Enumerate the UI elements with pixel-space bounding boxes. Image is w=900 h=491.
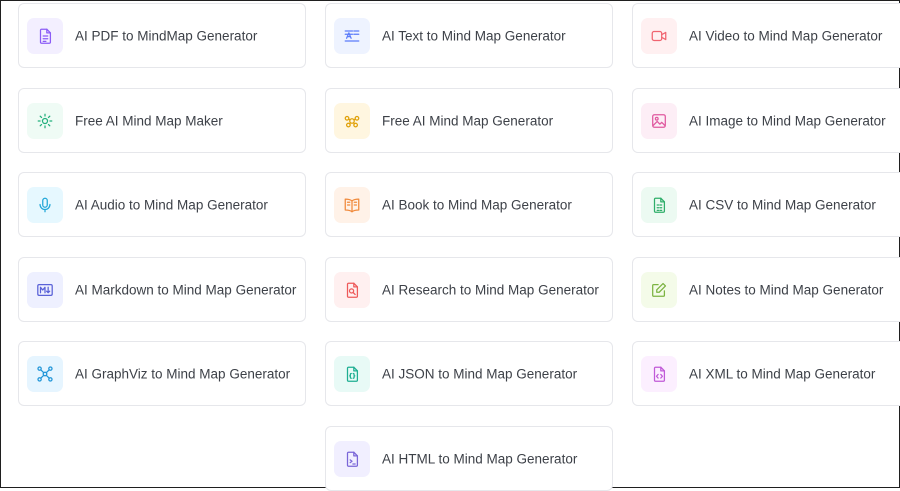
tool-card-notes[interactable]: AI Notes to Mind Map Generator bbox=[632, 257, 900, 322]
tools-grid: AI PDF to MindMap Generator AI Text to M… bbox=[18, 0, 900, 491]
open-book-icon bbox=[344, 198, 360, 212]
tool-card-pdf[interactable]: AI PDF to MindMap Generator bbox=[18, 3, 306, 68]
tool-card-label: AI Markdown to Mind Map Generator bbox=[75, 282, 297, 297]
tool-card-label: AI Video to Mind Map Generator bbox=[689, 28, 883, 43]
pdf-file-icon bbox=[39, 28, 52, 44]
video-camera-icon bbox=[651, 30, 667, 41]
tool-card-markdown[interactable]: AI Markdown to Mind Map Generator bbox=[18, 257, 306, 322]
tool-card-label: AI Text to Mind Map Generator bbox=[382, 28, 566, 43]
icon-tile bbox=[641, 102, 677, 139]
tool-card-label: AI Audio to Mind Map Generator bbox=[75, 197, 268, 212]
tool-card-video[interactable]: AI Video to Mind Map Generator bbox=[632, 3, 900, 68]
note-edit-icon bbox=[652, 282, 667, 297]
tool-card-label: Free AI Mind Map Generator bbox=[382, 113, 554, 128]
tool-card-json[interactable]: AI JSON to Mind Map Generator bbox=[325, 341, 613, 406]
icon-tile bbox=[334, 355, 370, 392]
tool-card-label: AI Book to Mind Map Generator bbox=[382, 197, 572, 212]
tool-card-audio[interactable]: AI Audio to Mind Map Generator bbox=[18, 172, 306, 237]
xml-file-icon bbox=[653, 366, 666, 382]
icon-tile bbox=[27, 102, 63, 139]
icon-tile bbox=[334, 271, 370, 308]
tool-card-free-generator[interactable]: Free AI Mind Map Generator bbox=[325, 88, 613, 153]
tool-card-label: AI CSV to Mind Map Generator bbox=[689, 197, 876, 212]
html-file-icon bbox=[346, 451, 359, 467]
tool-card-label: AI Research to Mind Map Generator bbox=[382, 282, 599, 297]
csv-file-icon bbox=[653, 197, 666, 213]
tool-card-label: Free AI Mind Map Maker bbox=[75, 113, 223, 128]
icon-tile bbox=[27, 271, 63, 308]
icon-tile bbox=[641, 186, 677, 223]
sparkle-icon bbox=[37, 113, 53, 128]
icon-tile bbox=[641, 355, 677, 392]
icon-tile bbox=[27, 355, 63, 392]
tool-card-label: AI Notes to Mind Map Generator bbox=[689, 282, 884, 297]
tool-card-image[interactable]: AI Image to Mind Map Generator bbox=[632, 88, 900, 153]
microphone-icon bbox=[39, 197, 51, 212]
tool-card-free-maker[interactable]: Free AI Mind Map Maker bbox=[18, 88, 306, 153]
icon-tile bbox=[334, 440, 370, 477]
icon-tile bbox=[641, 17, 677, 54]
tool-card-html[interactable]: AI HTML to Mind Map Generator bbox=[325, 426, 613, 491]
tool-card-text[interactable]: AI Text to Mind Map Generator bbox=[325, 3, 613, 68]
icon-tile bbox=[27, 186, 63, 223]
markdown-icon bbox=[37, 283, 53, 296]
tool-card-book[interactable]: AI Book to Mind Map Generator bbox=[325, 172, 613, 237]
tool-card-label: AI XML to Mind Map Generator bbox=[689, 366, 876, 381]
tool-card-label: AI JSON to Mind Map Generator bbox=[382, 366, 578, 381]
research-document-icon bbox=[346, 282, 359, 298]
icon-tile bbox=[334, 102, 370, 139]
icon-tile bbox=[641, 271, 677, 308]
tool-card-xml[interactable]: AI XML to Mind Map Generator bbox=[632, 341, 900, 406]
tool-card-research[interactable]: AI Research to Mind Map Generator bbox=[325, 257, 613, 322]
text-lines-icon bbox=[344, 29, 360, 42]
mind-map-icon bbox=[344, 115, 360, 127]
json-file-icon bbox=[346, 366, 359, 382]
image-icon bbox=[652, 113, 666, 128]
tool-card-label: AI PDF to MindMap Generator bbox=[75, 28, 258, 43]
graph-nodes-icon bbox=[37, 365, 53, 382]
icon-tile bbox=[334, 186, 370, 223]
icon-tile bbox=[334, 17, 370, 54]
tool-card-csv[interactable]: AI CSV to Mind Map Generator bbox=[632, 172, 900, 237]
tool-card-label: AI HTML to Mind Map Generator bbox=[382, 451, 578, 466]
tool-card-label: AI GraphViz to Mind Map Generator bbox=[75, 366, 291, 381]
icon-tile bbox=[27, 17, 63, 54]
tool-card-graphviz[interactable]: AI GraphViz to Mind Map Generator bbox=[18, 341, 306, 406]
tool-card-label: AI Image to Mind Map Generator bbox=[689, 113, 886, 128]
